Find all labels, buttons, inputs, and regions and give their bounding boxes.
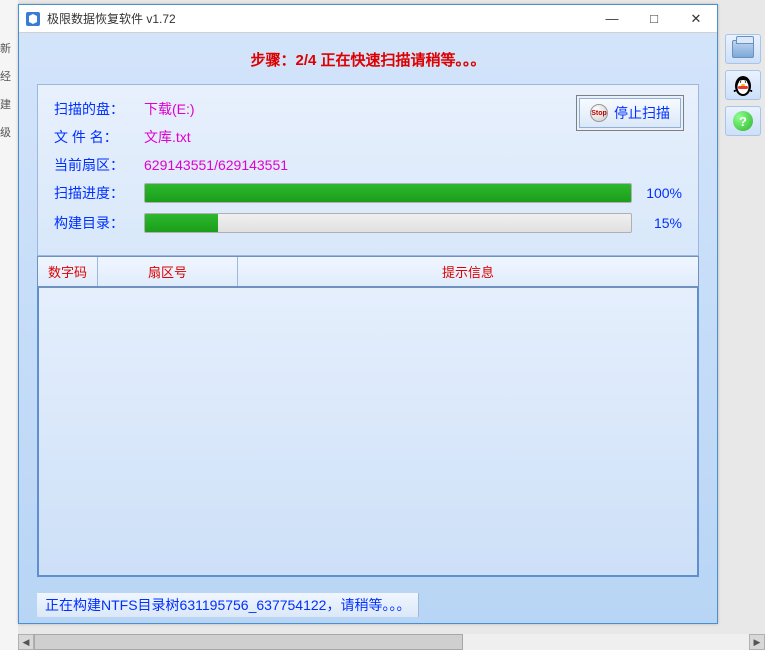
stop-button-label: 停止扫描 [614,103,670,123]
table-header: 数字码 扇区号 提示信息 [37,256,699,287]
stop-icon: Stop [590,104,608,122]
app-icon [25,11,41,27]
stop-button-frame: Stop 停止扫描 [576,95,684,131]
scan-progress-row: 扫描进度： 100% [54,183,682,203]
status-bar: 正在构建NTFS目录树631195756_637754122，请稍等。。。 [37,593,419,617]
maximize-button[interactable]: □ [633,5,675,33]
build-progress-fill [145,214,218,232]
col-hint-info[interactable]: 提示信息 [238,257,698,286]
file-label: 文 件 名： [54,127,144,147]
build-progress-bar [144,213,632,233]
app-window: 极限数据恢复软件 v1.72 — □ ✕ 步骤：2/4 正在快速扫描请稍等。。。… [18,4,718,624]
minimize-button[interactable]: — [591,5,633,33]
table-body[interactable] [37,287,699,577]
step-header: 步骤：2/4 正在快速扫描请稍等。。。 [37,49,699,70]
scan-progress-fill [145,184,631,202]
sector-value: 629143551/629143551 [144,157,288,173]
titlebar[interactable]: 极限数据恢复软件 v1.72 — □ ✕ [19,5,717,33]
disk-value: 下载(E:) [144,99,195,119]
close-button[interactable]: ✕ [675,5,717,33]
scan-progress-bar [144,183,632,203]
scan-progress-label: 扫描进度： [54,183,144,203]
col-digit-code[interactable]: 数字码 [38,257,98,286]
side-qq-button[interactable] [725,70,761,100]
scan-panel: Stop 停止扫描 扫描的盘： 下载(E:) 文 件 名： 文库.txt 当前扇… [37,84,699,256]
scroll-right-arrow[interactable]: ▶ [749,634,765,650]
scroll-track[interactable] [34,634,749,650]
penguin-icon [731,73,755,97]
scan-progress-percent: 100% [632,185,682,201]
horizontal-scrollbar[interactable]: ◀ ▶ [18,634,765,650]
sector-label: 当前扇区： [54,155,144,175]
client-area: 步骤：2/4 正在快速扫描请稍等。。。 Stop 停止扫描 扫描的盘： 下载(E… [19,33,717,623]
box-icon [732,40,754,58]
side-box-button[interactable] [725,34,761,64]
side-toolbar: ? [723,34,763,136]
help-icon: ? [733,111,753,131]
side-help-button[interactable]: ? [725,106,761,136]
sector-row: 当前扇区： 629143551/629143551 [54,155,682,175]
file-value: 文库.txt [144,127,191,147]
scroll-thumb[interactable] [34,634,463,650]
scroll-left-arrow[interactable]: ◀ [18,634,34,650]
stop-scan-button[interactable]: Stop 停止扫描 [579,98,681,128]
build-progress-label: 构建目录： [54,213,144,233]
disk-label: 扫描的盘： [54,99,144,119]
col-sector-num[interactable]: 扇区号 [98,257,238,286]
window-title: 极限数据恢复软件 v1.72 [47,10,591,27]
result-table: 数字码 扇区号 提示信息 [37,256,699,577]
build-progress-percent: 15% [632,215,682,231]
build-progress-row: 构建目录： 15% [54,213,682,233]
background-strip: 新 经 建 级 [0,0,18,650]
